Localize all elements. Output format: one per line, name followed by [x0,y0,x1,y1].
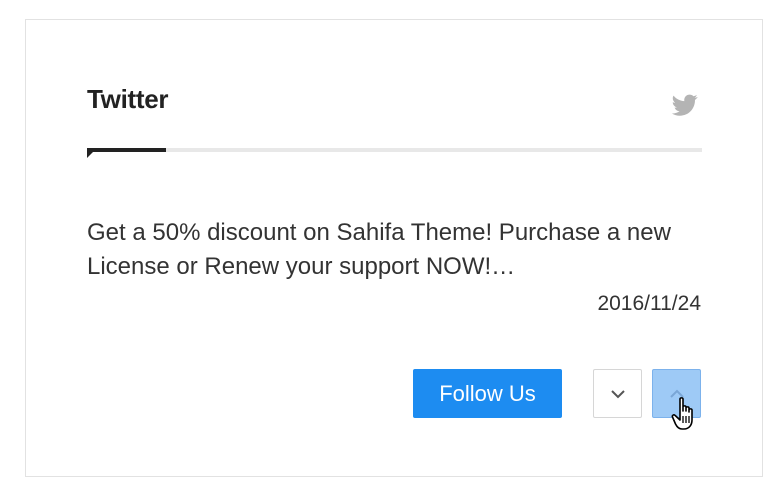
tweet-date[interactable]: 2016/11/24 [597,292,701,316]
twitter-widget: Twitter Get a 50% discount on Sahifa The… [25,19,763,477]
twitter-bird-icon [671,94,698,116]
chevron-down-icon [610,389,625,398]
tweet-text[interactable]: Get a 50% discount on Sahifa Theme! Purc… [87,216,707,284]
title-divider-accent [87,148,166,152]
title-divider [87,148,702,158]
hand-cursor-icon [671,397,693,430]
title-divider-notch [87,152,93,158]
widget-title: Twitter [87,84,169,114]
follow-us-button[interactable]: Follow Us [413,369,562,418]
previous-tweet-button[interactable] [593,369,642,418]
